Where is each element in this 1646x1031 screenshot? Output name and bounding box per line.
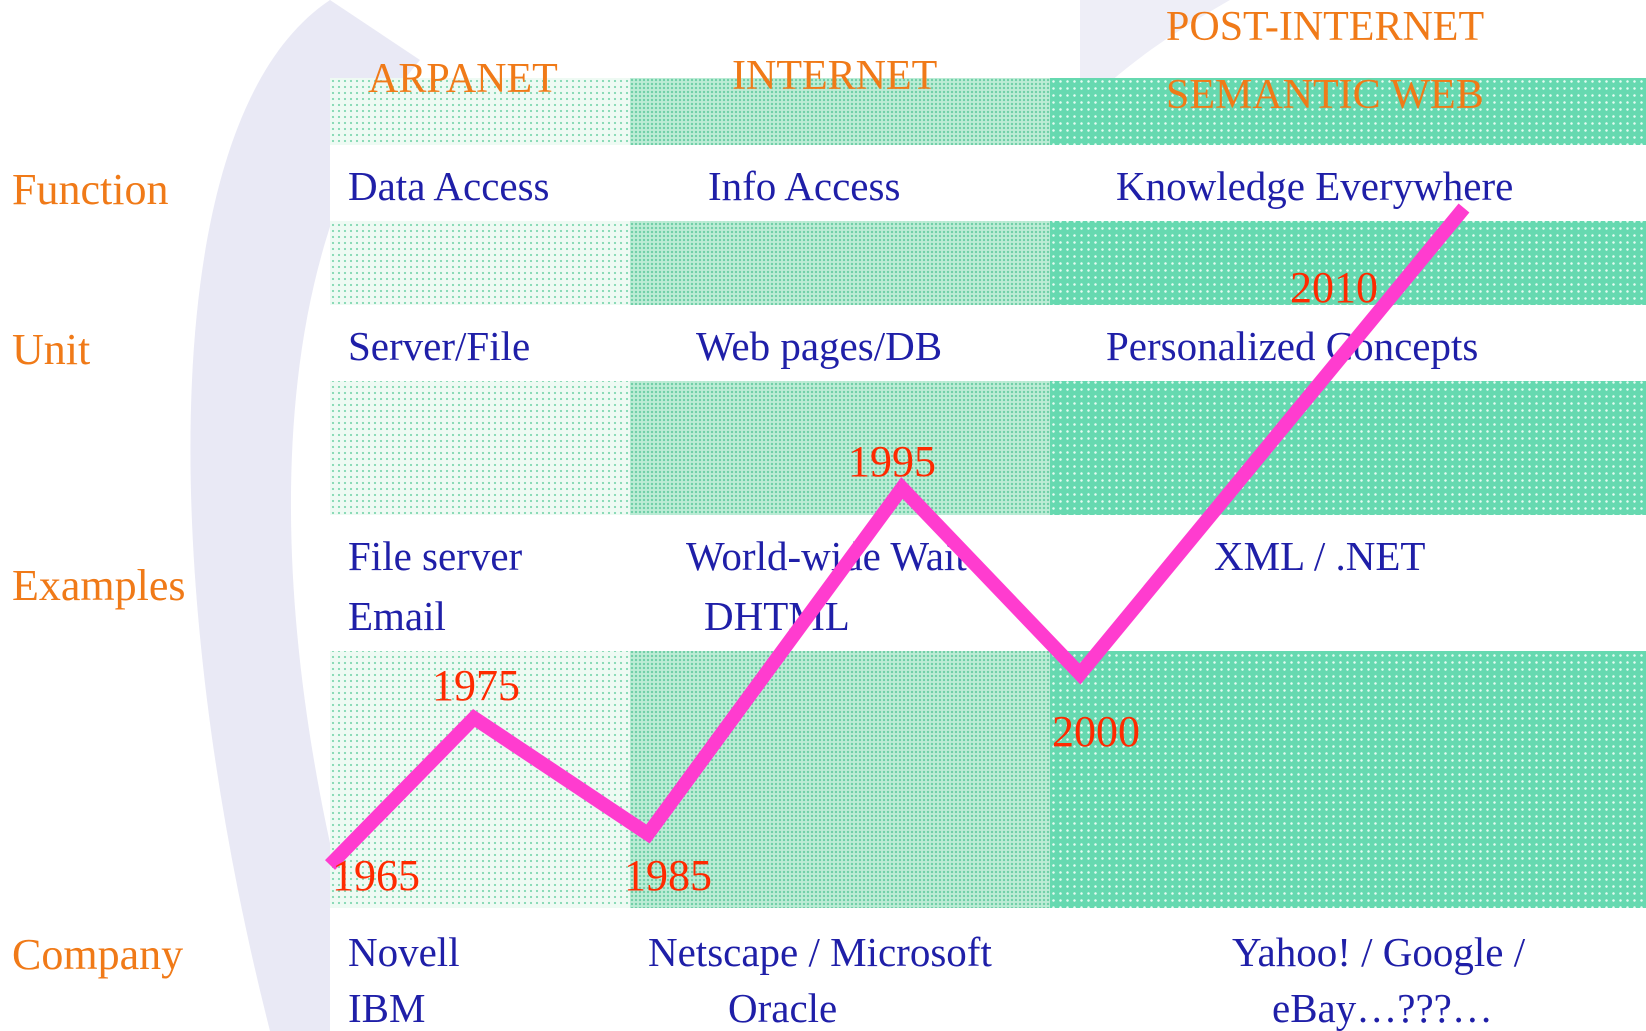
year-label-1995: 1995 (848, 437, 936, 486)
year-label-2000: 2000 (1052, 707, 1140, 756)
slide: ARPANET INTERNET POST-INTERNET SEMANTIC … (0, 0, 1646, 1031)
timeline-zigzag (324, 203, 1470, 870)
year-label-1975: 1975 (432, 661, 520, 710)
year-label-1985: 1985 (624, 851, 712, 900)
year-label-1965: 1965 (332, 851, 420, 900)
year-label-2010: 2010 (1290, 263, 1378, 312)
